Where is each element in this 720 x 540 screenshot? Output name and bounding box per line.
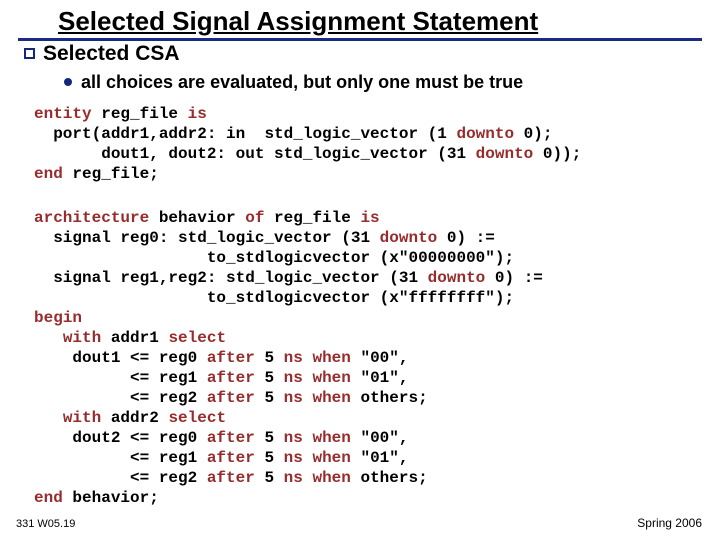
kw-when: when: [312, 449, 350, 467]
code-text: <= reg2: [34, 469, 207, 487]
code-text: signal reg1,reg2: std_logic_vector (31: [34, 269, 428, 287]
kw-end: end: [34, 165, 63, 183]
kw-entity: entity: [34, 105, 92, 123]
kw-after: after: [207, 389, 255, 407]
code-text: 5: [255, 389, 284, 407]
kw-ns: ns: [284, 429, 303, 447]
code-text: to_stdlogicvector (x"ffffffff");: [34, 289, 514, 307]
footer-left: 331 W05.19: [16, 518, 75, 530]
kw-select: select: [168, 329, 226, 347]
kw-architecture: architecture: [34, 209, 149, 227]
code-text: "00",: [351, 429, 409, 447]
code-text: 5: [255, 349, 284, 367]
code-text: 0) :=: [437, 229, 495, 247]
square-bullet-icon: [24, 48, 35, 59]
code-text: "00",: [351, 349, 409, 367]
bullet2-text: all choices are evaluated, but only one …: [81, 72, 523, 92]
code-text: 0));: [533, 145, 581, 163]
code-text: reg_file;: [63, 165, 159, 183]
slide-title: Selected Signal Assignment Statement: [58, 6, 538, 37]
code-text: behavior;: [63, 489, 159, 507]
kw-of: of: [245, 209, 264, 227]
footer-right: Spring 2006: [637, 516, 702, 530]
code-text: dout2 <= reg0: [34, 429, 207, 447]
bullet-level2: all choices are evaluated, but only one …: [64, 72, 523, 93]
kw-ns: ns: [284, 449, 303, 467]
code-text: 5: [255, 449, 284, 467]
code-text: 0);: [514, 125, 552, 143]
code-text: addr2: [101, 409, 168, 427]
kw-when: when: [312, 389, 350, 407]
code-text: 5: [255, 429, 284, 447]
kw-after: after: [207, 369, 255, 387]
code-text: to_stdlogicvector (x"00000000");: [34, 249, 514, 267]
kw-after: after: [207, 449, 255, 467]
kw-after: after: [207, 469, 255, 487]
code-text: addr1: [101, 329, 168, 347]
kw-when: when: [312, 369, 350, 387]
bullet-level1: Selected CSA: [24, 42, 180, 66]
kw-when: when: [312, 469, 350, 487]
code-text: reg_file: [92, 105, 188, 123]
kw-ns: ns: [284, 349, 303, 367]
code-text: others;: [351, 469, 428, 487]
code-text: signal reg0: std_logic_vector (31: [34, 229, 380, 247]
code-block-architecture: architecture behavior of reg_file is sig…: [34, 208, 543, 508]
kw-with: with: [63, 409, 101, 427]
kw-downto: downto: [428, 269, 486, 287]
code-text: others;: [351, 389, 428, 407]
slide: Selected Signal Assignment Statement Sel…: [0, 0, 720, 540]
kw-ns: ns: [284, 389, 303, 407]
code-text: dout1, dout2: out std_logic_vector (31: [34, 145, 476, 163]
kw-end: end: [34, 489, 63, 507]
code-text: 5: [255, 369, 284, 387]
code-text: "01",: [351, 449, 409, 467]
title-underline: [18, 38, 702, 41]
code-text: [34, 409, 63, 427]
kw-after: after: [207, 349, 255, 367]
code-block-entity: entity reg_file is port(addr1,addr2: in …: [34, 104, 581, 184]
kw-select: select: [168, 409, 226, 427]
bullet1-text: Selected CSA: [43, 42, 180, 65]
kw-when: when: [312, 429, 350, 447]
kw-ns: ns: [284, 369, 303, 387]
code-text: dout1 <= reg0: [34, 349, 207, 367]
kw-downto: downto: [476, 145, 534, 163]
kw-downto: downto: [456, 125, 514, 143]
dot-bullet-icon: [64, 78, 72, 86]
code-text: [34, 329, 63, 347]
kw-with: with: [63, 329, 101, 347]
code-text: 0) :=: [485, 269, 543, 287]
kw-after: after: [207, 429, 255, 447]
code-text: <= reg2: [34, 389, 207, 407]
kw-is: is: [188, 105, 207, 123]
code-text: 5: [255, 469, 284, 487]
code-text: <= reg1: [34, 449, 207, 467]
code-text: behavior: [149, 209, 245, 227]
code-text: port(addr1,addr2: in std_logic_vector (1: [34, 125, 456, 143]
kw-when: when: [312, 349, 350, 367]
kw-ns: ns: [284, 469, 303, 487]
code-text: <= reg1: [34, 369, 207, 387]
code-text: "01",: [351, 369, 409, 387]
kw-begin: begin: [34, 309, 82, 327]
code-text: reg_file: [264, 209, 360, 227]
kw-is: is: [360, 209, 379, 227]
kw-downto: downto: [380, 229, 438, 247]
